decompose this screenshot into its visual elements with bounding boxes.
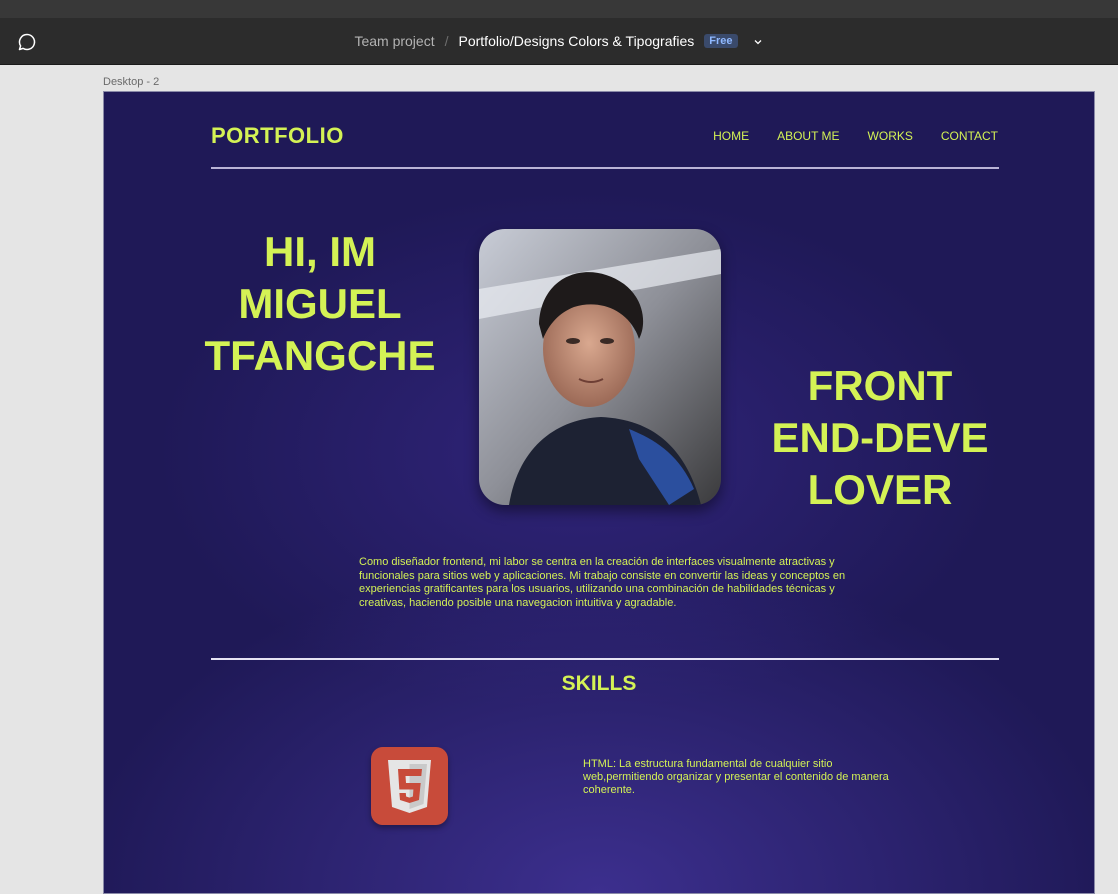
nav-works[interactable]: WORKS [868,129,913,143]
skill-description-html: HTML: La estructura fundamental de cualq… [583,758,889,796]
editor-toolbar: Team project / Portfolio/Designs Colors … [0,18,1118,65]
hero-bio: Como diseñador frontend, mi labor se cen… [359,556,846,609]
breadcrumb-separator: / [444,33,449,49]
breadcrumb: Team project / Portfolio/Designs Colors … [0,18,1118,64]
hero-role: FRONT END-DEVE LOVER [756,360,1004,516]
file-name[interactable]: Portfolio/Designs Colors & Tipografies [459,33,695,49]
skills-divider [211,658,999,660]
chevron-down-icon[interactable] [752,35,764,47]
hero-greeting: HI, IM MIGUEL TFANGCHE [192,226,448,382]
desktop-frame[interactable]: PORTFOLIO HOME ABOUT ME WORKS CONTACT HI… [103,91,1095,894]
breadcrumb-team-project[interactable]: Team project [354,33,434,49]
hero-role-line: END-DEVE [771,414,989,461]
nav-contact[interactable]: CONTACT [941,129,998,143]
nav-about-me[interactable]: ABOUT ME [777,129,839,143]
hero-greeting-line: HI, IM [264,228,376,275]
hero-greeting-line: TFANGCHE [204,332,436,379]
hero-greeting-line: MIGUEL [238,280,402,327]
site-nav: HOME ABOUT ME WORKS CONTACT [713,129,998,143]
frame-label[interactable]: Desktop - 2 [103,76,159,88]
header-divider [211,167,999,169]
nav-home[interactable]: HOME [713,129,749,143]
os-title-strip [0,0,1118,18]
hero-role-line: LOVER [807,466,953,513]
hero-role-line: FRONT [807,362,953,409]
site-logo[interactable]: PORTFOLIO [211,123,344,149]
html5-icon [371,747,448,825]
profile-photo [479,229,721,505]
skills-title: SKILLS [561,672,637,695]
plan-badge: Free [704,34,738,48]
